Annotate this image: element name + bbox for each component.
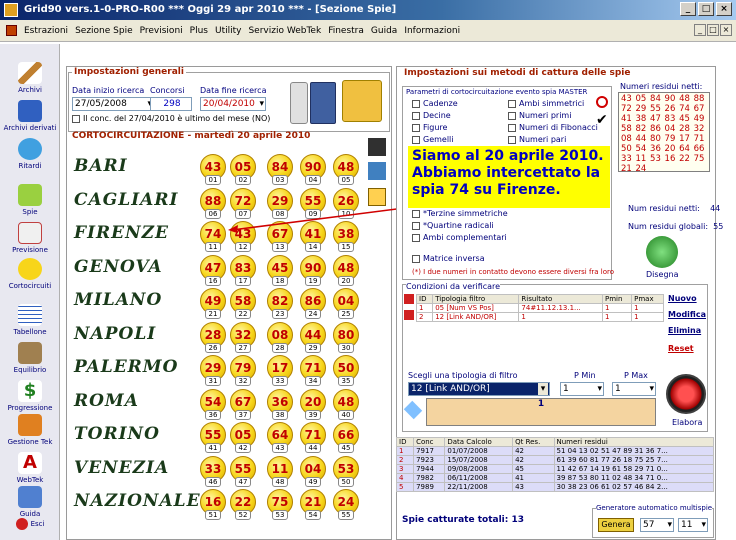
table-row[interactable]: 4 7982 06/11/2008 41 39 87 53 80 11 02 48 34…	[395, 473, 714, 483]
chevron-down-icon: ▾	[667, 520, 672, 530]
opt-ambi-simmetrici[interactable]: Ambi simmetrici	[508, 98, 598, 110]
down-arrow-icon[interactable]	[404, 310, 414, 320]
checkbox[interactable]	[412, 135, 420, 144]
refresh-icon[interactable]	[646, 236, 678, 268]
checkbox[interactable]	[508, 111, 516, 120]
params-footnote: (*) I due numeri in contatto devono esse…	[412, 268, 615, 276]
modifica-button[interactable]: Modifica	[668, 310, 706, 319]
params-extra: *Terzine simmetriche *Quartine radicali …	[412, 208, 508, 244]
table-row[interactable]: 3 7944 09/08/2008 45 11 42 67 14 19 61 58 29…	[395, 464, 714, 474]
residui-list: 43 05 84 90 48 88 72 29 55 26 74 67 41 3…	[618, 92, 710, 174]
reset-button[interactable]: Reset	[668, 344, 694, 353]
results-header: ID Conc Data Calcolo Qt Res. Numeri residui	[395, 437, 714, 447]
checkmark-icon[interactable]: ✔	[596, 112, 608, 128]
opt-numeri-primi[interactable]: Numeri primi	[508, 110, 598, 122]
genera-button[interactable]: Genera	[598, 518, 634, 532]
checkbox[interactable]	[412, 209, 420, 218]
pmax-label: P Max	[624, 371, 648, 380]
checkbox[interactable]	[412, 123, 420, 132]
opt-figure[interactable]: Figure	[412, 122, 458, 134]
results-table: ID Conc Data Calcolo Qt Res. Numeri residui …	[395, 437, 714, 492]
total-spies: Spie catturate totali: 13	[402, 515, 525, 525]
residui-title: Numeri residui netti:	[620, 82, 703, 91]
opt-cadenze[interactable]: Cadenze	[412, 98, 458, 110]
disegna-label: Disegna	[646, 270, 679, 279]
arrowhead-ball	[228, 225, 238, 233]
chevron-down-icon: ▾	[597, 384, 602, 394]
opt-gemelli[interactable]: Gemelli	[412, 134, 458, 146]
pmin-select[interactable]: 1 ▾	[560, 382, 604, 396]
filter-label: Scegli una tipologia di filtro	[408, 371, 518, 380]
checkbox[interactable]	[508, 123, 516, 132]
residui-globali: Num residui globali: 55	[628, 222, 724, 231]
nuovo-button[interactable]: Nuovo	[668, 294, 697, 303]
opt-fibonacci[interactable]: Numeri di Fibonacci	[508, 122, 598, 134]
checkbox[interactable]	[412, 233, 420, 242]
chevron-down-icon: ▾	[701, 520, 706, 530]
table-row[interactable]: 5 7989 22/11/2008 43 30 38 23 06 61 02 57 46…	[395, 482, 714, 492]
filter-select[interactable]: 12 [Link AND/OR] ▾	[408, 382, 550, 396]
checkbox[interactable]	[508, 99, 516, 108]
pmax-select[interactable]: 1 ▾	[612, 382, 656, 396]
opt-decine[interactable]: Decine	[412, 110, 458, 122]
params-col2: Ambi simmetrici Numeri primi Numeri di F…	[508, 98, 598, 146]
up-arrow-icon[interactable]	[404, 294, 414, 304]
table-row[interactable]: 2 12 [Link AND/OR] 1 1 1	[415, 312, 664, 322]
conditions-title: Condizioni da verificare	[406, 282, 501, 291]
table-row[interactable]: 1 05 [Num VS Pos] 74#11.12.13.1... 1 1	[415, 303, 664, 313]
auto-generator-title: Generatore automatico multispie	[596, 504, 713, 512]
elabora-button-icon[interactable]	[666, 374, 706, 414]
table-row[interactable]: 1 7917 01/07/2008 42 51 04 13 02 51 47 89 31…	[395, 446, 714, 456]
table-row[interactable]: 2 7923 15/07/2008 42 61 39 60 81 77 26 18 75…	[395, 455, 714, 465]
opt-ambi-complementari[interactable]: Ambi complementari	[412, 232, 508, 244]
chevron-down-icon: ▾	[538, 383, 548, 395]
opt-matrice-inversa[interactable]: Matrice inversa	[412, 254, 485, 263]
gen-select-1[interactable]: 57 ▾	[640, 518, 674, 532]
checkbox[interactable]	[412, 111, 420, 120]
annotation-callout: Siamo al 20 aprile 2010. Abbiamo interce…	[408, 146, 610, 208]
opt-terzine[interactable]: *Terzine simmetriche	[412, 208, 508, 220]
methods-title: Impostazioni sui metodi di cattura delle…	[402, 68, 633, 78]
params-title: Parametri di cortocircuitazione evento s…	[406, 88, 588, 96]
conditions-header: ID Tipologia filtro Risultato Pmin Pmax	[415, 294, 664, 304]
residui-netti: Num residui netti: 44	[628, 204, 721, 213]
pmin-label: P Min	[574, 371, 596, 380]
checkbox[interactable]	[412, 99, 420, 108]
arrow-to-ball	[231, 205, 421, 231]
params-col1: Cadenze Decine Figure Gemelli	[412, 98, 458, 146]
checkbox[interactable]	[412, 221, 420, 230]
opt-quartine[interactable]: *Quartine radicali	[412, 220, 508, 232]
checkbox[interactable]	[508, 135, 516, 144]
condition-result: 1	[426, 398, 656, 426]
elimina-button[interactable]: Elimina	[668, 326, 701, 335]
opt-numeri-pari[interactable]: Numeri pari	[508, 134, 598, 146]
chevron-down-icon: ▾	[649, 384, 654, 394]
elabora-label: Elabora	[672, 418, 703, 427]
checkbox[interactable]	[412, 254, 420, 263]
no-entry-icon[interactable]	[596, 96, 608, 108]
gen-select-2[interactable]: 11 ▾	[678, 518, 708, 532]
conditions-table: ID Tipologia filtro Risultato Pmin Pmax 1 05 …	[415, 294, 664, 322]
